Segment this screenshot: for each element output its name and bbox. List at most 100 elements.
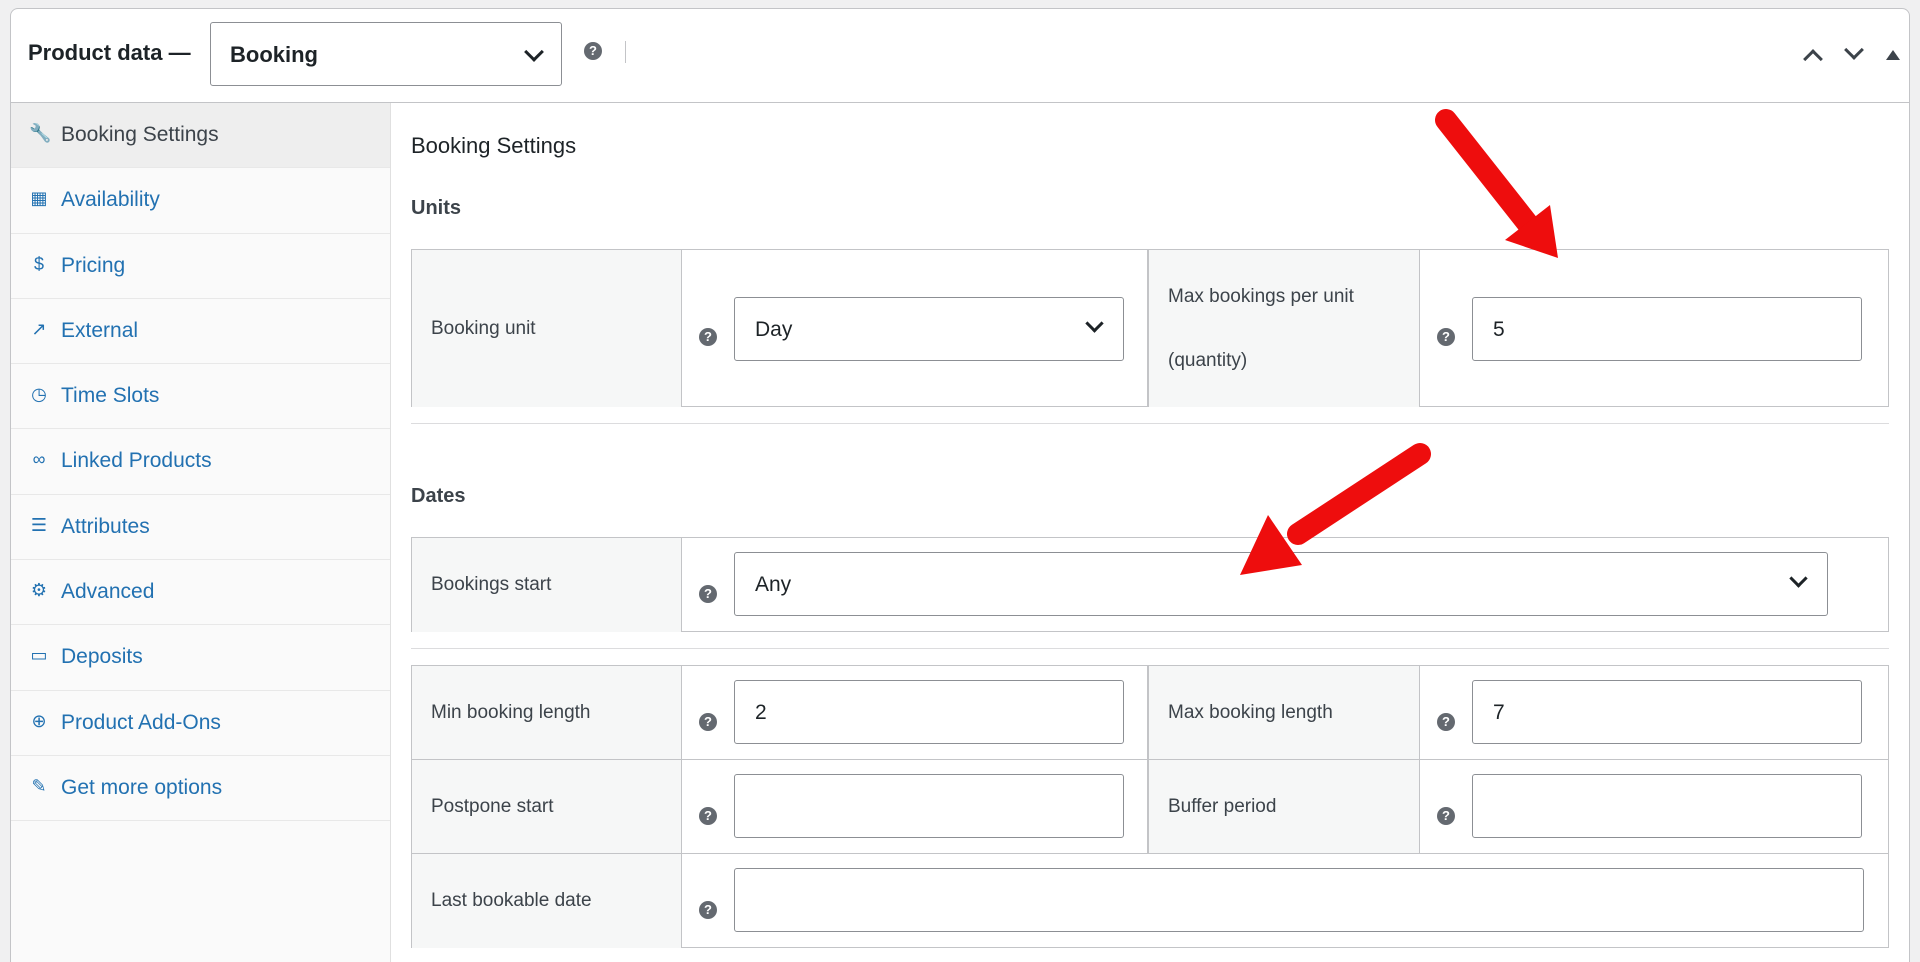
max-length-field-cell: ? 7: [1420, 666, 1889, 760]
units-heading: Units: [411, 197, 461, 219]
last-date-label: Last bookable date: [431, 890, 592, 911]
max-bookings-label-quantity: (quantity): [1168, 350, 1248, 371]
plus-circle-icon: ⊕: [31, 710, 47, 731]
postpone-field-cell: ?: [682, 760, 1149, 854]
tab-label: Deposits: [61, 645, 143, 669]
link-icon: ∞: [32, 449, 46, 470]
max-bookings-field-cell: ? 5: [1420, 250, 1889, 407]
max-length-label: Max booking length: [1168, 702, 1333, 723]
postpone-input[interactable]: [734, 774, 1124, 838]
max-length-value: 7: [1493, 701, 1505, 724]
dates-heading: Dates: [411, 485, 466, 507]
min-length-label-cell: Min booking length: [412, 666, 682, 760]
tab-pricing[interactable]: $ Pricing: [11, 234, 390, 299]
chevron-down-icon: [524, 42, 544, 62]
buffer-field-cell: ?: [1420, 760, 1889, 854]
units-table: Booking unit ? Day Max bookings per unit…: [411, 249, 1889, 407]
tab-label: Time Slots: [61, 384, 160, 408]
max-bookings-label-cell: Max bookings per unit (quantity): [1149, 250, 1420, 407]
tab-time-slots[interactable]: ◷ Time Slots: [11, 364, 390, 430]
dollar-circle-icon: $: [33, 253, 44, 274]
max-bookings-input[interactable]: 5: [1472, 297, 1862, 361]
postpone-label: Postpone start: [431, 796, 554, 817]
section-divider: [411, 423, 1889, 424]
tab-label: Booking Settings: [61, 123, 219, 146]
section-divider: [411, 648, 1889, 649]
tab-label: Availability: [61, 188, 160, 212]
panel-title: Product data —: [28, 40, 191, 65]
tab-label: Linked Products: [61, 449, 212, 473]
product-data-tabs: 🔧 Booking Settings ▦ Availability $ Pric…: [11, 103, 391, 962]
min-length-label: Min booking length: [431, 702, 591, 723]
help-icon[interactable]: ?: [699, 328, 717, 346]
panel-header: Product data — Booking ?: [11, 9, 1909, 103]
chevron-down-icon: [1789, 569, 1808, 588]
booking-unit-label-cell: Booking unit: [412, 250, 682, 407]
move-up-icon[interactable]: [1803, 49, 1823, 69]
clock-icon: ◷: [31, 384, 47, 405]
help-icon[interactable]: ?: [1437, 807, 1455, 825]
section-title: Booking Settings: [411, 133, 577, 158]
tab-advanced[interactable]: ⚙ Advanced: [11, 560, 390, 626]
bookings-start-table: Bookings start ? Any: [411, 537, 1889, 632]
last-date-field-cell: ?: [682, 854, 1889, 948]
postpone-label-cell: Postpone start: [412, 760, 682, 854]
last-date-label-cell: Last bookable date: [412, 854, 682, 948]
booking-unit-select[interactable]: Day: [734, 297, 1124, 361]
list-icon: ☰: [30, 514, 48, 535]
tab-label: Pricing: [61, 253, 126, 277]
min-length-input[interactable]: 2: [734, 680, 1124, 744]
bookings-start-label: Bookings start: [431, 574, 552, 595]
help-icon[interactable]: ?: [699, 901, 717, 919]
calendar-icon: ▦: [30, 188, 48, 209]
max-bookings-label: Max bookings per unit: [1168, 286, 1354, 307]
help-icon[interactable]: ?: [699, 585, 717, 603]
buffer-input[interactable]: [1472, 774, 1862, 838]
move-down-icon[interactable]: [1844, 40, 1864, 60]
bookings-start-value: Any: [755, 573, 792, 596]
tab-label: Advanced: [61, 580, 155, 604]
tab-product-add-ons[interactable]: ⊕ Product Add-Ons: [11, 691, 390, 756]
booking-length-table: Min booking length ? 2 Max booking lengt…: [411, 665, 1889, 948]
help-icon[interactable]: ?: [1437, 713, 1455, 731]
booking-unit-field-cell: ? Day: [682, 250, 1149, 407]
tab-booking-settings[interactable]: 🔧 Booking Settings: [11, 103, 390, 169]
header-divider: [625, 41, 626, 63]
product-type-value: Booking: [230, 42, 318, 67]
booking-unit-label: Booking unit: [431, 318, 536, 339]
tab-linked-products[interactable]: ∞ Linked Products: [11, 429, 390, 495]
gear-icon: ⚙: [30, 580, 48, 601]
product-type-select[interactable]: Booking: [210, 22, 562, 86]
tab-get-more-options[interactable]: ✎ Get more options: [11, 756, 390, 822]
tab-label: Product Add-Ons: [61, 710, 221, 734]
tab-deposits[interactable]: ▭ Deposits: [11, 625, 390, 691]
max-bookings-value: 5: [1493, 318, 1505, 341]
plugin-icon: ✎: [31, 775, 47, 796]
booking-unit-value: Day: [755, 318, 793, 341]
bookings-start-select[interactable]: Any: [734, 552, 1828, 616]
help-icon[interactable]: ?: [584, 42, 602, 60]
card-icon: ▭: [30, 645, 48, 666]
chevron-down-icon: [1085, 314, 1104, 333]
help-icon[interactable]: ?: [699, 807, 717, 825]
tab-label: Attributes: [61, 514, 150, 538]
bookings-start-label-cell: Bookings start: [412, 538, 682, 632]
toggle-panel-icon[interactable]: [1886, 50, 1900, 60]
max-length-input[interactable]: 7: [1472, 680, 1862, 744]
tab-attributes[interactable]: ☰ Attributes: [11, 495, 390, 561]
tab-external[interactable]: ↗ External: [11, 299, 390, 365]
product-data-panel: Product data — Booking ? 🔧 Booking Setti…: [10, 8, 1910, 962]
buffer-label: Buffer period: [1168, 796, 1277, 817]
buffer-label-cell: Buffer period: [1149, 760, 1420, 854]
help-icon[interactable]: ?: [699, 713, 717, 731]
min-length-field-cell: ? 2: [682, 666, 1149, 760]
help-icon[interactable]: ?: [1437, 328, 1455, 346]
bookings-start-field-cell: ? Any: [682, 538, 1889, 632]
tab-label: Get more options: [61, 775, 223, 799]
max-length-label-cell: Max booking length: [1149, 666, 1420, 760]
wrench-icon: 🔧: [29, 123, 52, 143]
tab-availability[interactable]: ▦ Availability: [11, 168, 390, 234]
external-link-icon: ↗: [31, 318, 47, 339]
last-date-input[interactable]: [734, 868, 1864, 932]
tab-label: External: [61, 318, 139, 342]
